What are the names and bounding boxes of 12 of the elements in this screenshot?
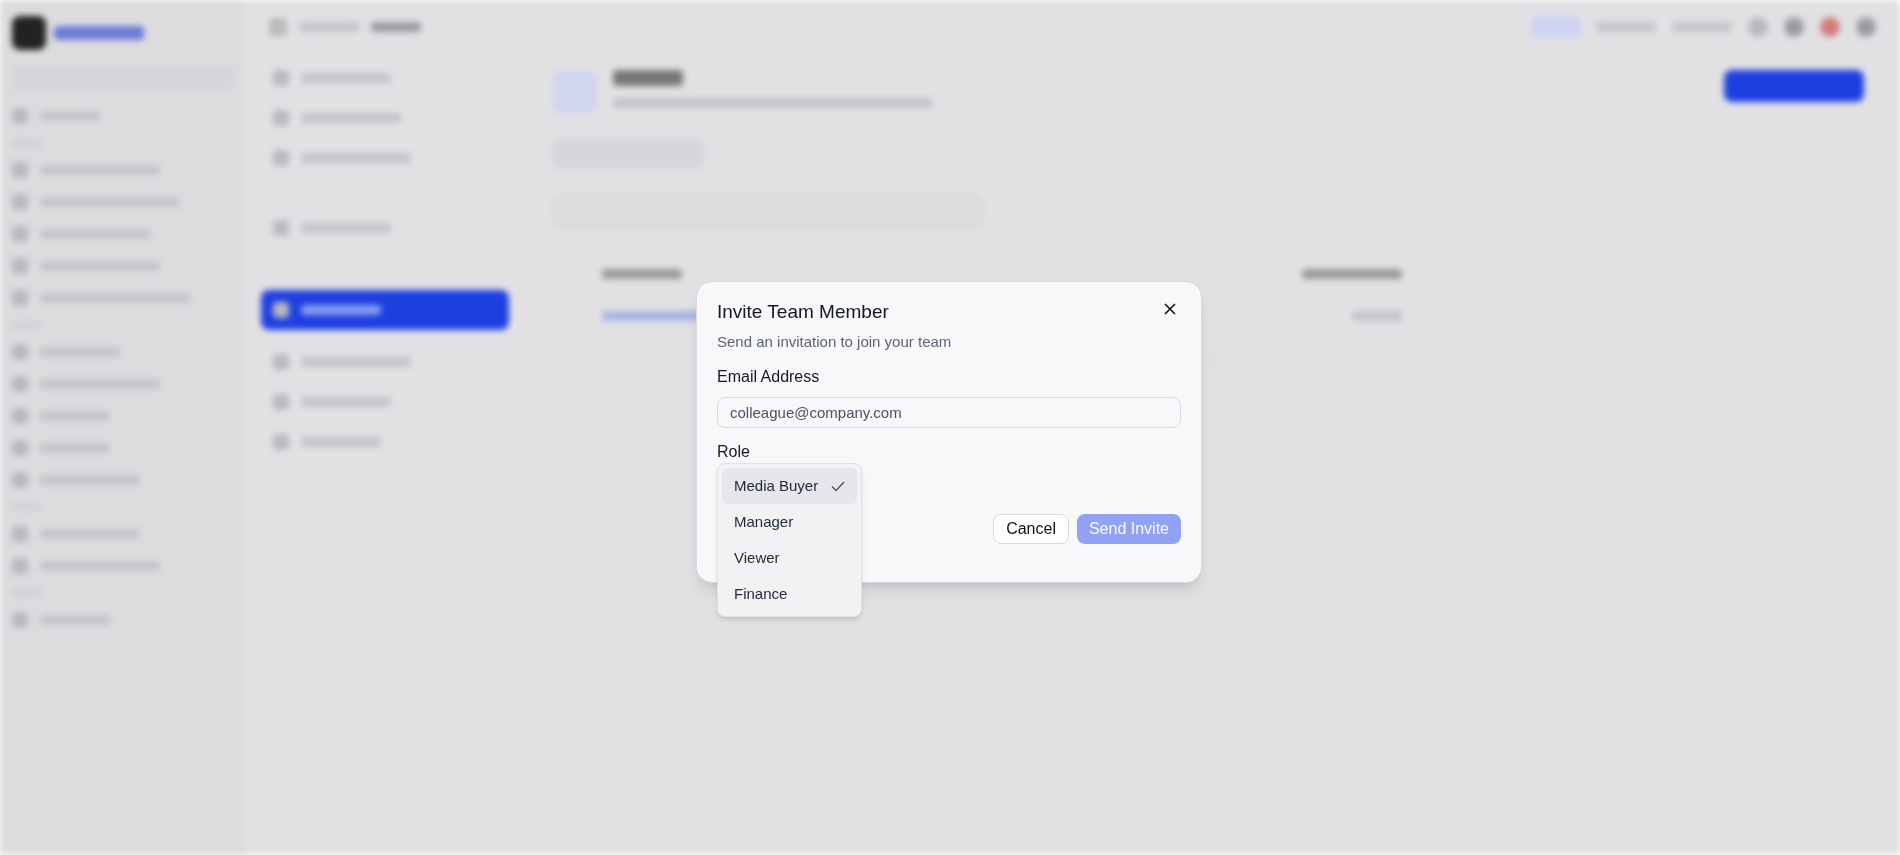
role-option[interactable]: Media Buyer <box>722 468 857 504</box>
email-label: Email Address <box>717 367 821 387</box>
cancel-button[interactable]: Cancel <box>993 514 1069 544</box>
role-option[interactable]: Viewer <box>722 540 857 576</box>
dialog-title: Invite Team Member <box>717 300 889 324</box>
dialog-subtitle: Send an invitation to join your team <box>717 331 953 352</box>
role-option[interactable]: Finance <box>722 576 857 612</box>
role-option[interactable]: Manager <box>722 504 857 540</box>
check-icon <box>831 480 845 492</box>
role-label: Role <box>717 442 751 462</box>
email-field[interactable]: colleague@company.com <box>717 397 1181 428</box>
close-icon[interactable] <box>1163 302 1177 316</box>
